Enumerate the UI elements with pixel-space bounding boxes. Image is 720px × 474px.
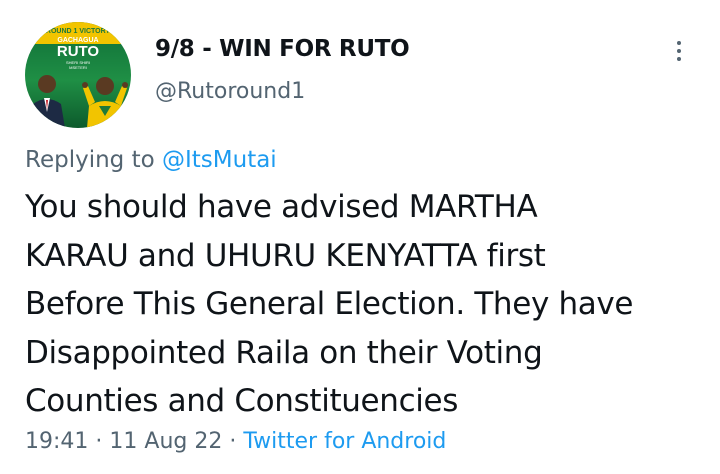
tweet-text: You should have advised MARTHA KARAU and… (25, 183, 705, 426)
tweet-text-line: Disappointed Raila on their Voting (25, 334, 543, 371)
tweet-date[interactable]: 11 Aug 22 (109, 429, 222, 454)
more-vertical-icon-dot (677, 57, 681, 61)
replying-to-label: Replying to (25, 147, 155, 173)
tweet-meta: 19:41 · 11 Aug 22 · Twitter for Android (25, 429, 446, 454)
tweet-source-link[interactable]: Twitter for Android (243, 429, 446, 454)
reply-mention-link[interactable]: @ItsMutai (162, 147, 277, 173)
tweet-text-line: Before This General Election. They have (25, 286, 634, 322)
more-options-button[interactable] (663, 36, 695, 66)
tweet-text-line: You should have advised MARTHA (25, 189, 538, 225)
display-name[interactable]: 9/8 - WIN FOR RUTO (155, 36, 410, 62)
avatar[interactable]: ROUND 1 VICTORY GACHAGUA RUTO SHERI SHIR… (25, 22, 131, 128)
avatar-name-main: RUTO (57, 43, 100, 60)
tweet: ROUND 1 VICTORY GACHAGUA RUTO SHERI SHIR… (0, 0, 720, 474)
meta-separator: · (95, 429, 103, 454)
tweet-text-line: KARAU and UHURU KENYATTA first (25, 237, 546, 274)
tweet-time[interactable]: 19:41 (25, 429, 88, 454)
more-vertical-icon-dot (677, 49, 681, 53)
avatar-tagline-2: MSETERI (69, 65, 87, 70)
more-vertical-icon (677, 41, 681, 45)
replying-to: Replying to @ItsMutai (25, 147, 277, 173)
user-handle[interactable]: @Rutoround1 (155, 79, 305, 104)
tweet-text-line: Counties and Constituencies (25, 383, 459, 419)
meta-separator: · (229, 429, 237, 454)
avatar-image: ROUND 1 VICTORY GACHAGUA RUTO SHERI SHIR… (25, 22, 131, 128)
avatar-banner-text: ROUND 1 VICTORY (46, 28, 111, 35)
